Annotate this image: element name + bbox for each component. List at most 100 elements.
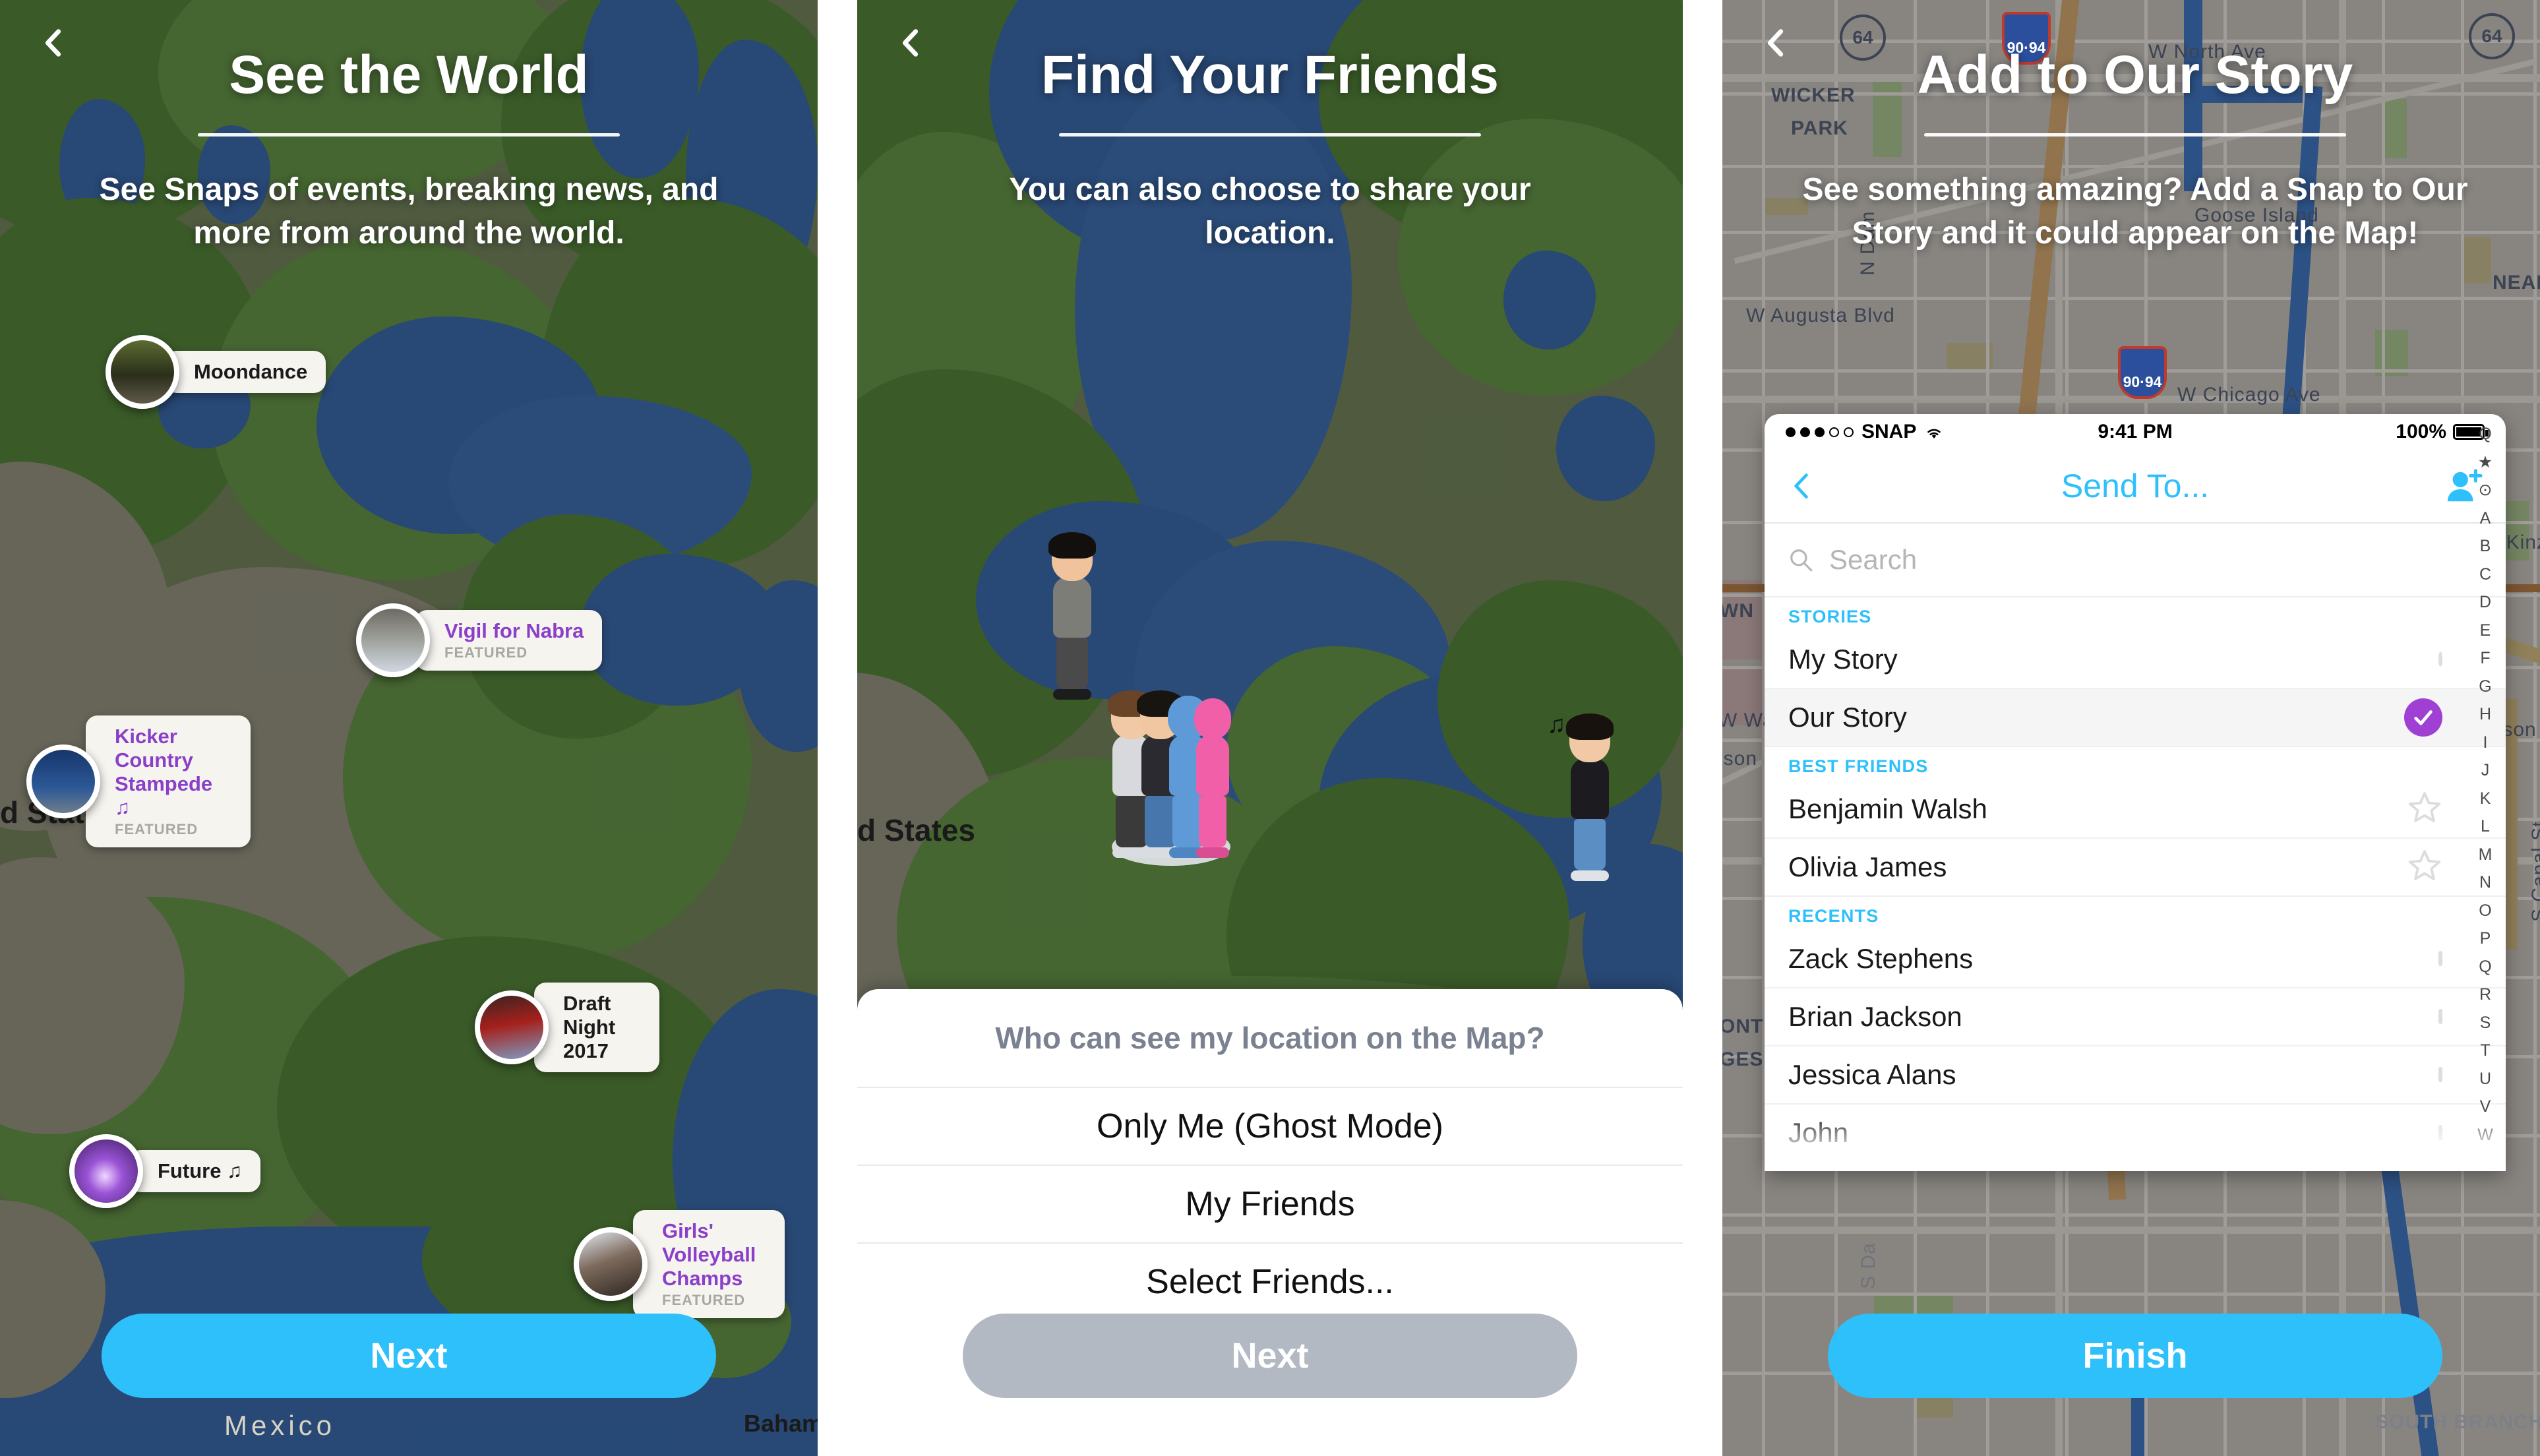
list-item[interactable]: Benjamin Walsh: [1765, 781, 2506, 839]
alphabet-index-letter[interactable]: W: [2477, 1122, 2493, 1149]
alphabet-index-letter[interactable]: O: [2479, 897, 2491, 925]
checkbox-unchecked[interactable]: [2438, 1009, 2442, 1024]
back-button[interactable]: [1761, 28, 1791, 58]
option-my-friends[interactable]: My Friends: [857, 1165, 1683, 1242]
alphabet-index-letter[interactable]: A: [2480, 505, 2491, 532]
list-item[interactable]: John: [1765, 1105, 2506, 1163]
alphabet-index-letter[interactable]: V: [2480, 1093, 2491, 1120]
map-label-bahamas: Baham: [744, 1410, 818, 1437]
story-thumbnail: [475, 990, 549, 1064]
map-story-marker[interactable]: Future ♫: [69, 1134, 261, 1208]
alphabet-index-letter[interactable]: G: [2479, 673, 2491, 700]
story-name: Vigil for Nabra: [444, 619, 584, 643]
recipient-name: Olivia James: [1788, 851, 1947, 882]
next-button[interactable]: Next: [102, 1314, 716, 1398]
map-story-marker[interactable]: Vigil for Nabra FEATURED: [356, 603, 603, 677]
map-label-neighborhood: SOUTH BRANCH: [2375, 1411, 2540, 1433]
list-item[interactable]: Zack Stephens: [1765, 930, 2506, 988]
alphabet-index-letter[interactable]: ★: [2478, 449, 2493, 476]
alphabet-index-letter[interactable]: S: [2480, 1010, 2491, 1037]
alphabet-index-letter[interactable]: N: [2479, 869, 2491, 896]
map-label-neighborhood: WN: [1722, 600, 1754, 622]
map-label-country: d States: [857, 813, 975, 847]
alphabet-index-letter[interactable]: I: [2483, 729, 2488, 756]
alphabet-index-letter[interactable]: E: [2480, 617, 2491, 644]
story-thumbnail: [356, 603, 430, 677]
bitmoji-avatar-group[interactable]: [1108, 690, 1231, 866]
alphabet-index-letter[interactable]: R: [2479, 981, 2491, 1008]
story-featured-badge: FEATURED: [115, 820, 198, 837]
story-thumbnail: [26, 744, 100, 818]
alphabet-index-letter[interactable]: H: [2479, 701, 2491, 728]
select-toggle-selected[interactable]: [2404, 698, 2442, 737]
panel-header: Find Your Friends You can also choose to…: [857, 0, 1683, 255]
panel-divider: [818, 0, 857, 1456]
select-toggle-unselected[interactable]: [2438, 652, 2442, 667]
back-button[interactable]: [895, 28, 926, 58]
recipient-name: Benjamin Walsh: [1788, 793, 1987, 824]
option-select-friends[interactable]: Select Friends...: [857, 1242, 1683, 1320]
back-button[interactable]: [38, 28, 69, 58]
alphabet-index-letter[interactable]: P: [2480, 925, 2491, 952]
section-header-stories: STORIES: [1788, 607, 1872, 626]
panel-header: See the World See Snaps of events, break…: [0, 0, 818, 255]
alphabet-index-letter[interactable]: C: [2479, 561, 2491, 588]
bitmoji-avatar-solo-left[interactable]: [1048, 532, 1096, 700]
map-story-marker[interactable]: Draft Night 2017: [475, 983, 659, 1072]
search-placeholder: Search: [1829, 544, 1918, 575]
alphabet-index-letter[interactable]: U: [2479, 1066, 2491, 1093]
check-icon: [2414, 710, 2433, 725]
alphabet-index-letter[interactable]: B: [2480, 533, 2491, 560]
search-icon: [1790, 549, 1813, 572]
map-story-marker[interactable]: Kicker Country Stampede ♫ FEATURED: [26, 715, 251, 847]
alphabet-index-letter[interactable]: Q: [2479, 954, 2491, 981]
story-label: Draft Night 2017: [534, 983, 659, 1072]
checkbox-unchecked[interactable]: [2438, 951, 2442, 966]
story-name: Future ♫: [158, 1159, 243, 1183]
checkbox-unchecked[interactable]: [2438, 1067, 2442, 1082]
panel-see-the-world: See the World See Snaps of events, break…: [0, 0, 818, 1456]
list-item[interactable]: Olivia James: [1765, 839, 2506, 897]
title-divider: [1059, 133, 1481, 136]
bitmoji-avatar-solo-right[interactable]: ♫: [1547, 711, 1614, 881]
search-input[interactable]: Search: [1765, 524, 2506, 597]
story-label: Moondance: [165, 351, 326, 393]
story-name: Girls' Volleyball Champs: [662, 1219, 756, 1290]
wifi-icon: [1927, 429, 1941, 439]
alphabet-index-letter[interactable]: K: [2480, 785, 2491, 812]
map-story-marker[interactable]: Girls' Volleyball Champs FEATURED: [574, 1210, 785, 1318]
map-label-neighborhood: GES: [1722, 1048, 1764, 1070]
clock-label: 9:41 PM: [2098, 421, 2173, 442]
option-only-me[interactable]: Only Me (Ghost Mode): [857, 1087, 1683, 1165]
map-label-street: W Augusta Blvd: [1746, 305, 1895, 326]
checkbox-unchecked[interactable]: [2438, 1125, 2442, 1140]
carrier-label: SNAP: [1861, 421, 1917, 442]
phone-back-button[interactable]: [1787, 471, 1816, 501]
alphabet-index[interactable]: Q ★ ⊙ A B C D E F G H I J K L M N O P Q R S T U V W: [2465, 414, 2506, 1171]
alphabet-index-letter[interactable]: L: [2481, 813, 2490, 840]
alphabet-index-letter[interactable]: ⊙: [2479, 477, 2493, 504]
next-button[interactable]: Next: [963, 1314, 1577, 1398]
alphabet-index-letter[interactable]: F: [2480, 645, 2490, 672]
panel-divider: [1683, 0, 1722, 1456]
alphabet-index-letter[interactable]: T: [2480, 1037, 2490, 1064]
story-name: Moondance: [194, 360, 308, 384]
story-name: Draft Night 2017: [563, 992, 616, 1062]
alphabet-index-letter[interactable]: M: [2479, 841, 2493, 868]
map-story-marker[interactable]: Moondance: [106, 335, 326, 409]
map-label-neighborhood: ONT: [1722, 1016, 1764, 1037]
alphabet-index-letter[interactable]: Q: [2479, 421, 2491, 448]
list-item[interactable]: My Story: [1765, 631, 2506, 689]
alphabet-index-letter[interactable]: D: [2479, 589, 2491, 616]
story-label: Future ♫: [129, 1150, 261, 1192]
alphabet-index-letter[interactable]: J: [2481, 757, 2490, 784]
list-item[interactable]: Our Story: [1765, 689, 2506, 747]
list-item[interactable]: Brian Jackson: [1765, 988, 2506, 1046]
signal-strength-icon: [1786, 427, 1854, 437]
star-outline-icon[interactable]: [2407, 790, 2442, 829]
finish-button[interactable]: Finish: [1828, 1314, 2442, 1398]
star-outline-icon[interactable]: [2407, 848, 2442, 887]
list-item[interactable]: Jessica Alans: [1765, 1046, 2506, 1105]
chevron-left-icon: [902, 29, 919, 57]
recipient-list: STORIES My Story Our Story BEST FRIENDS …: [1765, 597, 2506, 1163]
